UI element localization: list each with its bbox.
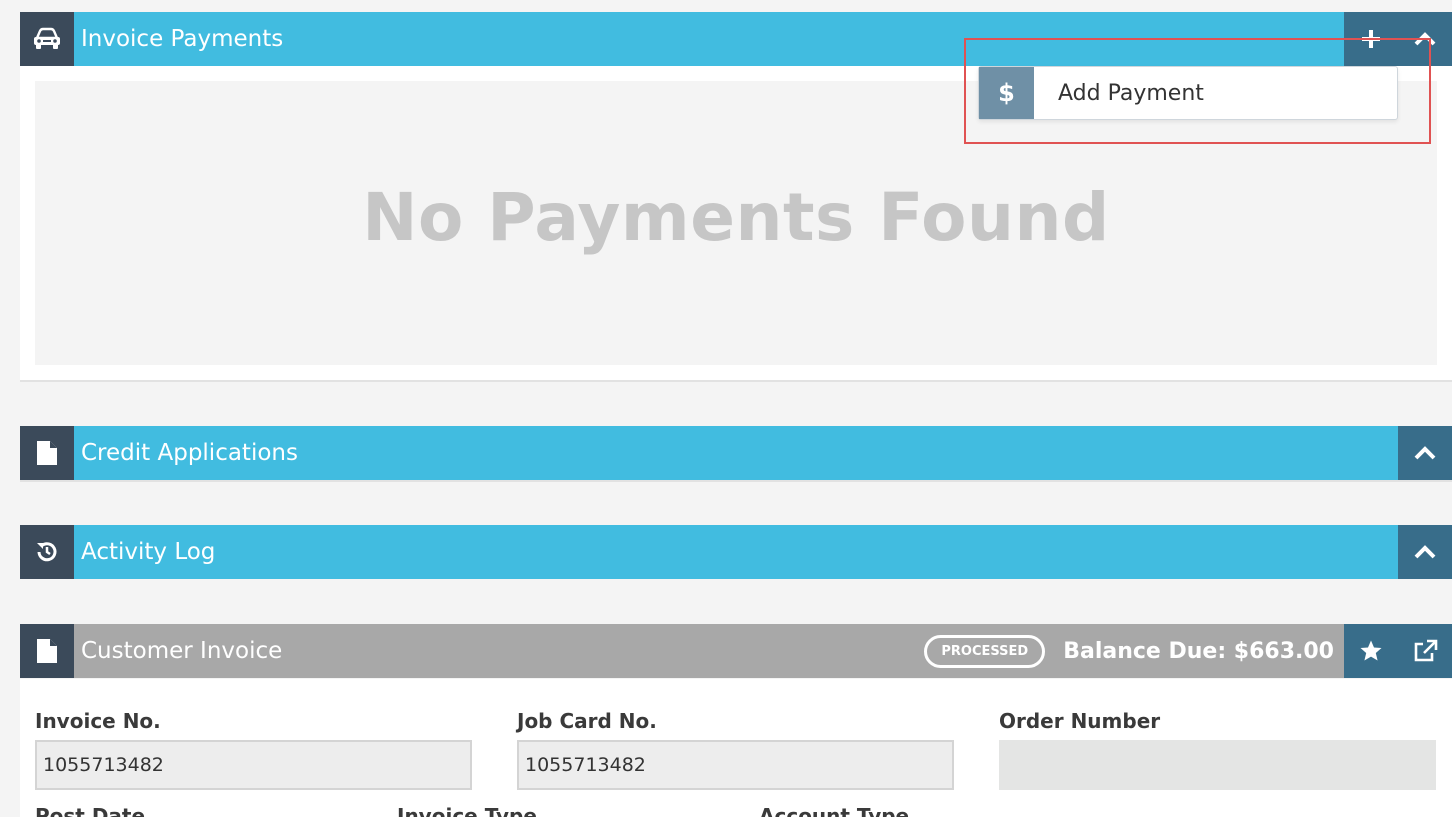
chevron-up-icon xyxy=(1414,32,1436,46)
order-number-field[interactable] xyxy=(999,740,1436,790)
invoice-no-field[interactable]: 1055713482 xyxy=(35,740,472,790)
credit-applications-header: Credit Applications xyxy=(20,426,1452,480)
no-payments-message: No Payments Found xyxy=(362,178,1110,256)
history-icon xyxy=(20,525,74,579)
job-card-no-label: Job Card No. xyxy=(517,709,657,733)
chevron-up-icon xyxy=(1414,446,1436,460)
credit-applications-body xyxy=(20,480,1452,482)
invoice-payments-header: Invoice Payments xyxy=(20,12,1452,66)
activity-log-header: Activity Log xyxy=(20,525,1452,579)
customer-invoice-header: Customer Invoice PROCESSED Balance Due: … xyxy=(20,624,1452,678)
collapse-activity-log-button[interactable] xyxy=(1398,525,1452,579)
plus-icon xyxy=(1362,30,1380,48)
post-date-label: Post Date xyxy=(35,804,146,817)
payments-empty-state: No Payments Found xyxy=(35,81,1437,365)
document-icon xyxy=(20,624,74,678)
collapse-invoice-payments-button[interactable] xyxy=(1398,12,1452,66)
add-payment-label: Add Payment xyxy=(1058,80,1204,106)
order-number-label: Order Number xyxy=(999,709,1161,733)
add-payment-menu-item[interactable]: $ Add Payment xyxy=(978,66,1398,120)
star-icon xyxy=(1360,640,1382,661)
dollar-icon: $ xyxy=(979,67,1034,119)
invoice-type-label: Invoice Type xyxy=(397,804,537,817)
status-badge: PROCESSED xyxy=(924,634,1046,668)
invoice-no-label: Invoice No. xyxy=(35,709,161,733)
invoice-payments-title: Invoice Payments xyxy=(81,26,284,52)
favorite-button[interactable] xyxy=(1344,624,1398,678)
open-external-button[interactable] xyxy=(1398,624,1452,678)
collapse-credit-applications-button[interactable] xyxy=(1398,426,1452,480)
chevron-up-icon xyxy=(1414,545,1436,559)
car-icon xyxy=(20,12,74,66)
account-type-label: Account Type xyxy=(759,804,910,817)
credit-applications-title: Credit Applications xyxy=(81,440,298,466)
external-link-icon xyxy=(1414,639,1438,662)
job-card-no-field[interactable]: 1055713482 xyxy=(517,740,954,790)
add-payment-toggle-button[interactable] xyxy=(1344,12,1398,66)
customer-invoice-title: Customer Invoice xyxy=(81,638,283,664)
document-icon xyxy=(20,426,74,480)
activity-log-title: Activity Log xyxy=(81,539,216,565)
balance-due: Balance Due: $663.00 xyxy=(1063,638,1334,664)
